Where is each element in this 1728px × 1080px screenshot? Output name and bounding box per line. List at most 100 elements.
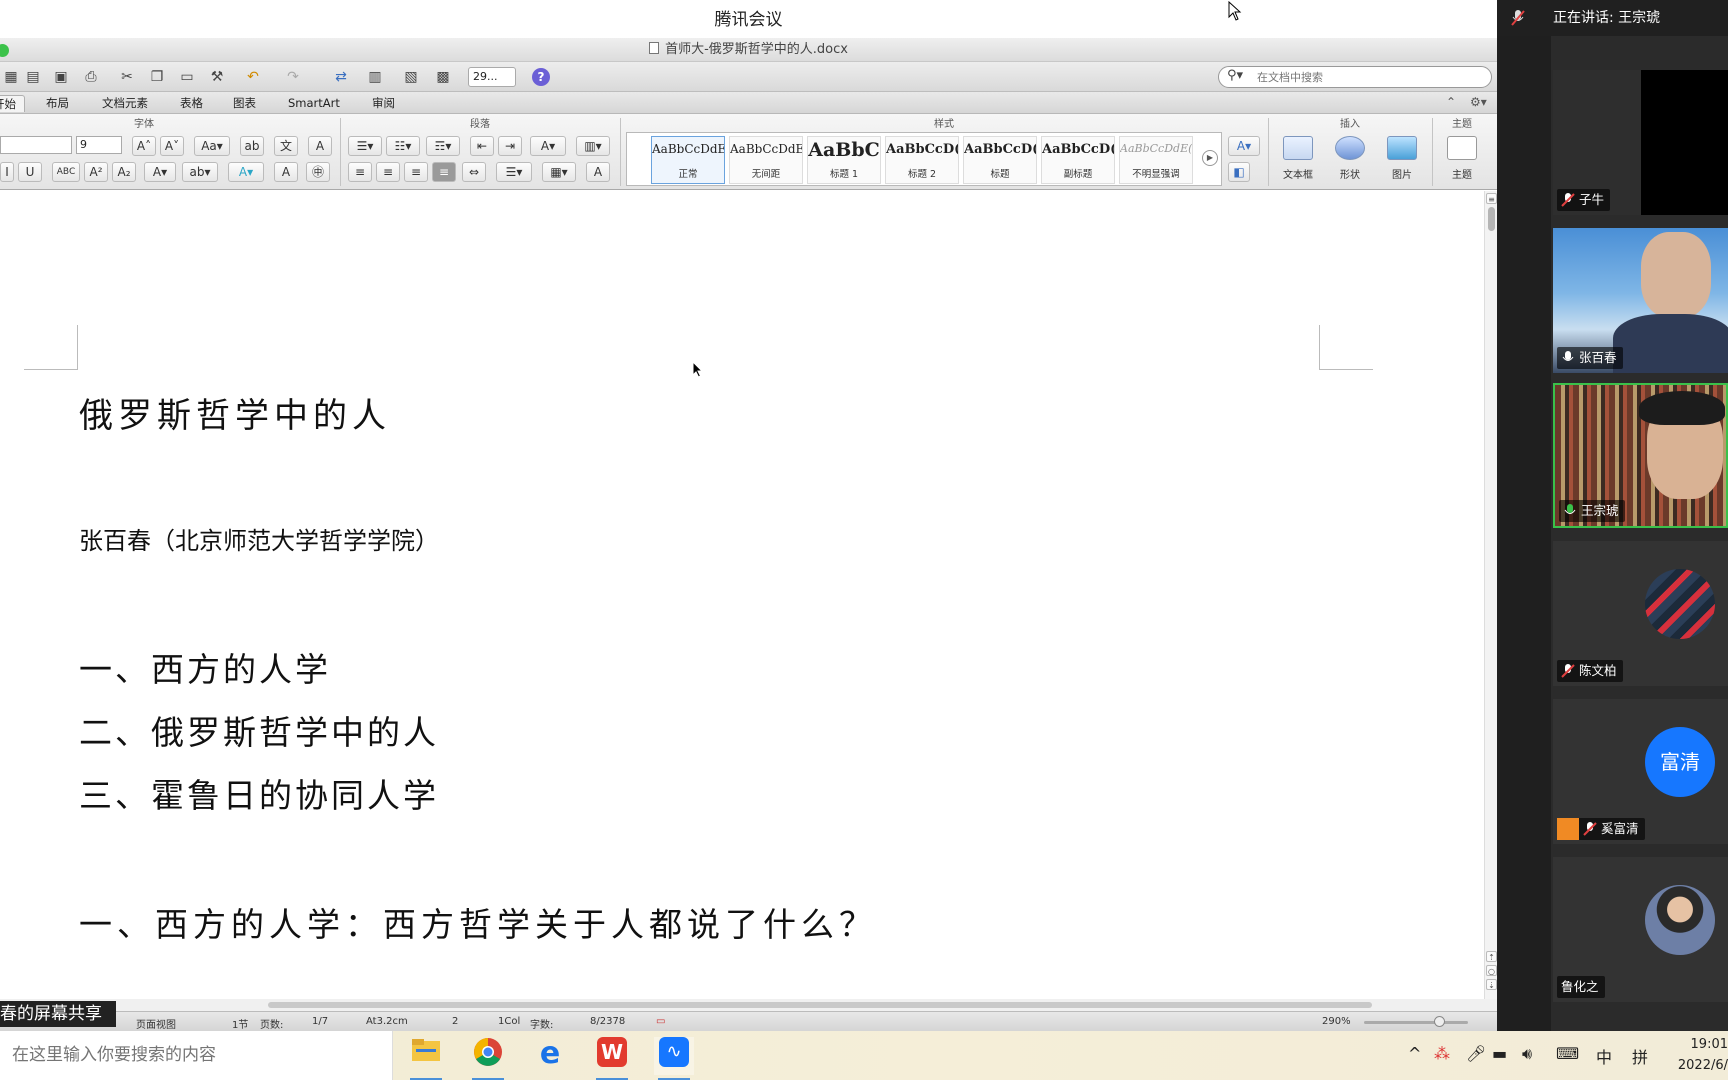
numbering-icon[interactable]: ☷▾: [386, 136, 420, 156]
participant-tile[interactable]: 张百春: [1553, 228, 1728, 373]
new-doc-icon[interactable]: ▦: [0, 67, 22, 87]
align-left-icon[interactable]: ≡: [348, 162, 372, 182]
align-center-icon[interactable]: ≡: [376, 162, 400, 182]
toolbox-icon[interactable]: ▩: [432, 67, 454, 87]
columns-icon[interactable]: ▥▾: [576, 136, 610, 156]
style-subtle-emphasis[interactable]: AaBbCcDdE( 不明显强调: [1119, 136, 1193, 184]
collapse-ribbon-icon[interactable]: ⌃: [1446, 95, 1456, 109]
tab-smartart[interactable]: SmartArt: [280, 95, 348, 112]
save-icon[interactable]: ▣: [50, 67, 72, 87]
phonetic-guide-icon[interactable]: 文: [274, 136, 298, 156]
italic-icon[interactable]: I: [0, 162, 14, 182]
themes-button[interactable]: 主题: [1440, 132, 1484, 188]
help-icon[interactable]: ?: [532, 68, 550, 86]
undo-icon[interactable]: ↶: [242, 67, 264, 87]
superscript-icon[interactable]: A²: [84, 162, 108, 182]
shapes-button[interactable]: 形状: [1328, 132, 1372, 188]
battery-icon[interactable]: ▬: [1492, 1044, 1507, 1063]
ime-mode[interactable]: 拼: [1632, 1044, 1648, 1068]
justify-icon[interactable]: ≡: [432, 162, 456, 182]
volume-icon[interactable]: 🔊︎: [1522, 1044, 1532, 1064]
style-heading-2[interactable]: AaBbCcD( 标题 2: [885, 136, 959, 184]
view-mode[interactable]: 页面视图: [136, 1016, 176, 1031]
taskbar-app-chrome[interactable]: [468, 1037, 508, 1080]
tab-review[interactable]: 审阅: [364, 95, 403, 112]
document-search[interactable]: ⚲▾: [1218, 66, 1492, 88]
underline-icon[interactable]: U: [18, 162, 42, 182]
align-right-icon[interactable]: ≡: [404, 162, 428, 182]
participant-tile-active[interactable]: 王宗琥: [1553, 383, 1728, 528]
picture-button[interactable]: 图片: [1380, 132, 1424, 188]
text-direction-icon[interactable]: A▾: [530, 136, 566, 156]
font-color-icon[interactable]: A▾: [144, 162, 176, 182]
character-shading-icon[interactable]: A: [274, 162, 298, 182]
taskbar-app-edge[interactable]: e: [530, 1037, 570, 1075]
format-painter-icon[interactable]: ⚒: [206, 67, 228, 87]
zoom-select[interactable]: 29...: [468, 67, 516, 87]
bullets-icon[interactable]: ☰▾: [348, 136, 382, 156]
cut-icon[interactable]: ✂: [116, 67, 138, 87]
decrease-indent-icon[interactable]: ⇤: [470, 136, 494, 156]
manage-styles-icon[interactable]: A▾: [1228, 136, 1260, 156]
document-search-input[interactable]: [1257, 69, 1485, 85]
scroll-thumb[interactable]: [1488, 207, 1495, 231]
sidebar-icon[interactable]: ▥: [364, 67, 386, 87]
taskbar-search[interactable]: [0, 1031, 393, 1080]
zoom-slider[interactable]: [1364, 1021, 1468, 1024]
text-box-button[interactable]: 文本框: [1276, 132, 1320, 188]
ribbon-settings-icon[interactable]: ⚙▾: [1470, 95, 1487, 109]
taskbar-app-tencent-meeting[interactable]: ∿: [654, 1037, 694, 1080]
increase-indent-icon[interactable]: ⇥: [498, 136, 522, 156]
document-canvas[interactable]: 俄罗斯哲学中的人 张百春（北京师范大学哲学学院） 一、西方的人学 二、俄罗斯哲学…: [0, 191, 1484, 999]
font-name-field[interactable]: [0, 136, 72, 154]
redo-icon[interactable]: ↷: [282, 67, 304, 87]
ruler-toggle-icon[interactable]: ≡: [1486, 193, 1497, 204]
style-subtitle[interactable]: AaBbCcD( 副标题: [1041, 136, 1115, 184]
tab-layout[interactable]: 布局: [38, 95, 77, 112]
distribute-icon[interactable]: ⇔: [462, 162, 486, 182]
tab-home[interactable]: 开始: [0, 95, 25, 112]
browse-object-icon[interactable]: ○: [1486, 965, 1497, 976]
next-page-icon[interactable]: ⇣: [1486, 979, 1497, 990]
zoom-slider-knob[interactable]: [1434, 1016, 1445, 1027]
copy-icon[interactable]: ❐: [146, 67, 168, 87]
gallery-next-icon[interactable]: ▶: [1202, 150, 1218, 166]
style-pane-icon[interactable]: ◧: [1228, 162, 1250, 182]
print-icon[interactable]: ⎙: [80, 67, 102, 87]
participant-tile[interactable]: 陈文柏: [1553, 541, 1728, 686]
change-case-icon[interactable]: Aa▾: [194, 136, 230, 156]
scroll-thumb[interactable]: [268, 1002, 1372, 1008]
asian-layout-icon[interactable]: A: [586, 162, 610, 182]
horizontal-scrollbar[interactable]: [0, 999, 1497, 1011]
highlight-icon[interactable]: ab▾: [182, 162, 218, 182]
character-border-icon[interactable]: A: [308, 136, 332, 156]
style-title[interactable]: AaBbCcD( 标题: [963, 136, 1037, 184]
subscript-icon[interactable]: A₂: [112, 162, 136, 182]
open-icon[interactable]: ▤: [22, 67, 44, 87]
microphone-icon[interactable]: 🎤︎: [1466, 1044, 1486, 1063]
participant-tile[interactable]: 子牛: [1553, 70, 1728, 215]
network-status-icon[interactable]: ⁂: [1434, 1044, 1450, 1063]
taskbar-app-file-explorer[interactable]: [406, 1037, 446, 1080]
ime-language[interactable]: 中: [1596, 1044, 1612, 1068]
participant-tile[interactable]: 富清 奚富清: [1553, 699, 1728, 844]
multilevel-list-icon[interactable]: ☶▾: [426, 136, 460, 156]
proofing-icon[interactable]: ▭: [656, 1016, 665, 1027]
tab-tables[interactable]: 表格: [172, 95, 211, 112]
font-size-field[interactable]: 9: [76, 136, 122, 154]
grow-font-icon[interactable]: A˄: [132, 136, 156, 156]
shrink-font-icon[interactable]: A˅: [160, 136, 184, 156]
participant-tile[interactable]: 鲁化之: [1553, 857, 1728, 1002]
line-spacing-icon[interactable]: ☰▾: [496, 162, 532, 182]
system-clock[interactable]: 19:01 2022/6/: [1668, 1034, 1728, 1076]
previous-page-icon[interactable]: ⇡: [1486, 951, 1497, 962]
tab-charts[interactable]: 图表: [225, 95, 264, 112]
style-no-spacing[interactable]: AaBbCcDdE 无间距: [729, 136, 803, 184]
enclose-characters-icon[interactable]: ㊥: [306, 162, 330, 182]
style-normal[interactable]: AaBbCcDdE 正常: [651, 136, 725, 184]
keyboard-icon[interactable]: ⌨: [1556, 1044, 1579, 1063]
tab-document-elements[interactable]: 文档元素: [94, 95, 156, 112]
paste-icon[interactable]: ▭: [176, 67, 198, 87]
style-heading-1[interactable]: AaBbC 标题 1: [807, 136, 881, 184]
hyperlink-icon[interactable]: ⇄: [330, 67, 352, 87]
